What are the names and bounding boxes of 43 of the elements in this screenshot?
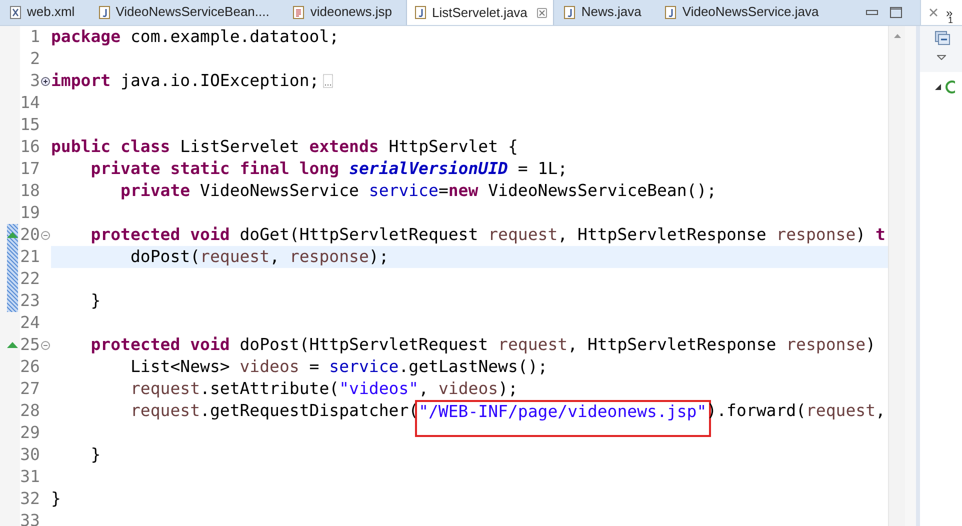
line-number: 15 [20,114,40,136]
editor-tab[interactable]: videonews.jsp [283,0,406,25]
line-number: 27 [20,378,40,400]
code-line: } [51,488,62,510]
line-number: 24 [20,312,40,334]
line-number: 32 [20,488,40,510]
line-number: 1 [29,26,40,48]
line-number: 21 [20,246,40,268]
code-line: protected void doPost(HttpServletRequest request, HttpServletResponse response) [90,334,877,356]
code-line: } [90,444,102,466]
line-number: 26 [20,356,40,378]
highlight-frame: "/WEB-INF/page/videonews.jsp" [414,400,711,437]
line-number: 3 [29,70,40,92]
line-number: 14 [20,92,40,114]
editor-tab[interactable]: web.xml [0,0,89,25]
code-line: protected void doGet(HttpServletRequest request, HttpServletResponse response) t [90,224,886,246]
line-number: 31 [20,466,40,488]
line-number: 29 [20,422,40,444]
code-line: private VideoNewsService service=new VideoNewsServiceBean(); [120,180,718,202]
line-number: 28 [20,400,40,422]
editor-tab[interactable]: VideoNewsService.java [655,0,833,25]
code-line: private static final long serialVersionUID = 1L; [90,158,569,180]
line-number: 2 [29,48,40,70]
code-line: import java.io.IOException; [51,70,888,92]
code-line: } [90,290,102,312]
editor-tab[interactable]: ListServelet.java [406,0,554,25]
line-number: 23 [20,290,40,312]
editor-tab[interactable]: VideoNewsServiceBean.... [88,0,284,25]
line-number: 18 [20,180,40,202]
editor-tab[interactable]: News.java [554,0,656,25]
code-line: request.setAttribute("videos", videos); [129,378,519,400]
overflow-count: 1 [948,16,954,24]
line-number: 30 [20,444,40,466]
line-number: 25 [20,334,40,356]
code-line: package com.example.datatool; [51,26,340,48]
line-number: 33 [20,510,40,526]
code-line: public class ListServelet extends HttpServlet { [51,136,519,158]
line-number: 17 [20,158,40,180]
line-number: 16 [20,136,40,158]
line-number: 19 [20,202,40,224]
line-number: 20 [20,224,40,246]
code-line: List<News> videos = service.getLastNews(); [129,356,549,378]
line-number: 22 [20,268,40,290]
